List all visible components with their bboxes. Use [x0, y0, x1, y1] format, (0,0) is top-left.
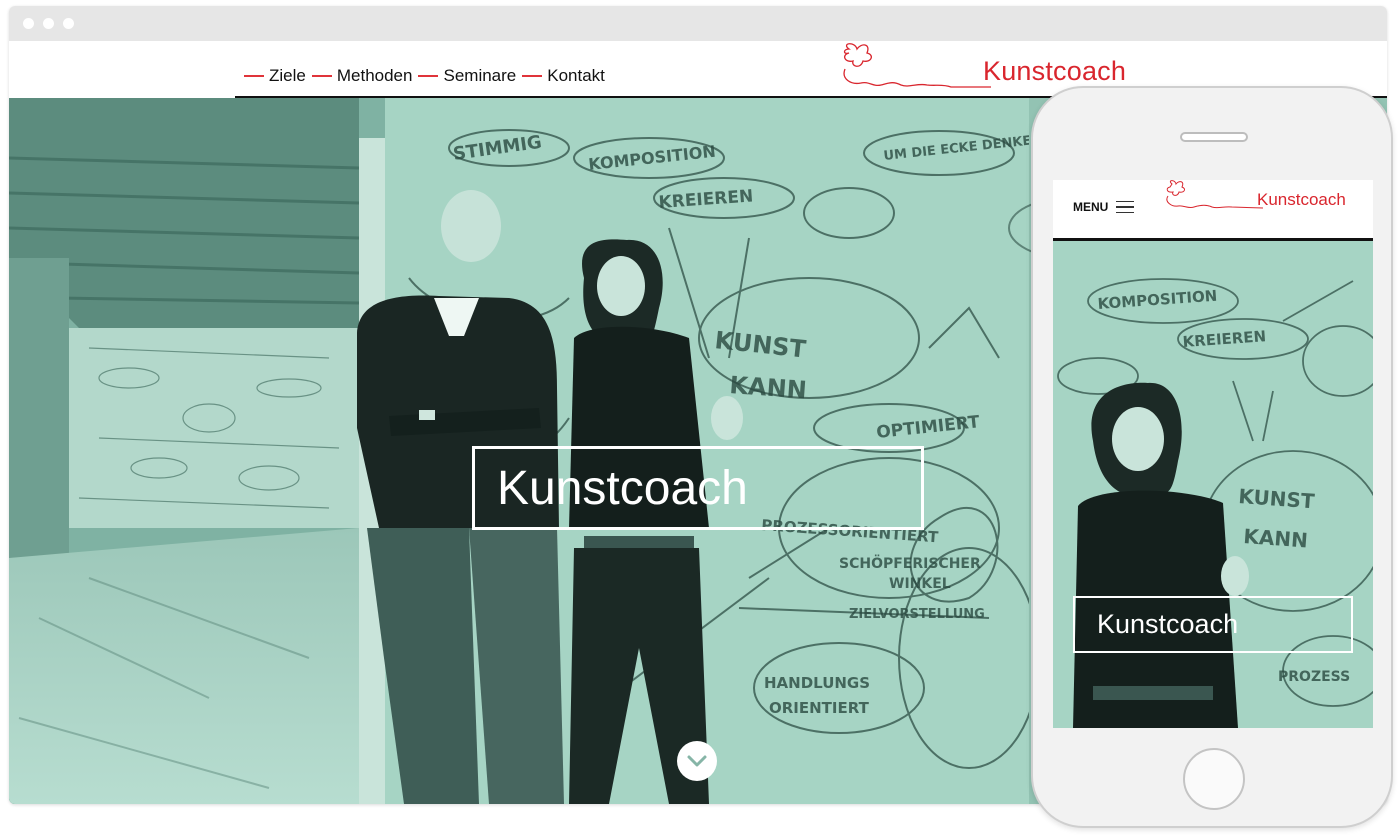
phone-home-button[interactable]: [1183, 748, 1245, 810]
nav-item-ziele[interactable]: Ziele: [244, 66, 306, 86]
dash-icon: [522, 75, 543, 77]
logo-text: Kunstcoach: [983, 56, 1127, 86]
window-dot-icon: [43, 18, 54, 29]
mobile-hero-banner: KOMPOSITION KREIEREN KUNST KANN PROZESS …: [1053, 241, 1373, 728]
nav-item-label: Seminare: [443, 66, 517, 85]
main-navigation: Ziele Methoden Seminare Kontakt: [244, 66, 611, 86]
mobile-header: MENU Kunstcoach: [1053, 180, 1373, 238]
nav-item-label: Methoden: [336, 66, 413, 85]
hero-title-box: Kunstcoach: [472, 446, 924, 530]
svg-text:HANDLUNGS: HANDLUNGS: [764, 674, 870, 692]
logo-squiggle-icon: [1166, 180, 1263, 209]
chevron-down-icon: [687, 755, 707, 767]
svg-text:KANN: KANN: [729, 371, 808, 404]
window-dot-icon: [23, 18, 34, 29]
mobile-hero-title: Kunstcoach: [1097, 609, 1239, 639]
menu-label: MENU: [1073, 200, 1109, 214]
nav-item-seminare[interactable]: Seminare: [418, 66, 516, 86]
nav-item-kontakt[interactable]: Kontakt: [522, 66, 605, 86]
svg-text:SCHÖPFERISCHER: SCHÖPFERISCHER: [839, 554, 981, 572]
hamburger-icon: [1116, 200, 1135, 214]
mobile-logo[interactable]: Kunstcoach: [1158, 180, 1368, 220]
browser-title-bar: [9, 6, 1387, 41]
mobile-screen: MENU Kunstcoach KOMPOSITION KREIEREN KUN…: [1053, 180, 1373, 728]
mobile-menu-button[interactable]: MENU: [1073, 200, 1135, 214]
dash-icon: [418, 75, 439, 77]
svg-text:WINKEL: WINKEL: [889, 576, 951, 592]
mobile-logo-text: Kunstcoach: [1257, 190, 1346, 209]
svg-text:PROZESS: PROZESS: [1278, 669, 1350, 685]
scroll-down-button[interactable]: [677, 741, 717, 781]
dash-icon: [244, 75, 264, 77]
window-dot-icon: [63, 18, 74, 29]
logo-squiggle-icon: [843, 43, 991, 88]
phone-speaker: [1180, 132, 1248, 142]
nav-item-label: Kontakt: [547, 66, 605, 85]
mobile-hero-title-box: Kunstcoach: [1073, 596, 1353, 653]
mobile-phone-mockup: MENU Kunstcoach KOMPOSITION KREIEREN KUN…: [1031, 86, 1393, 828]
svg-text:ZIELVORSTELLUNG: ZIELVORSTELLUNG: [849, 607, 985, 622]
nav-item-label: Ziele: [269, 66, 306, 85]
nav-item-methoden[interactable]: Methoden: [311, 66, 413, 86]
hero-title: Kunstcoach: [497, 462, 748, 515]
mobile-hero-photo: KOMPOSITION KREIEREN KUNST KANN PROZESS: [1053, 241, 1373, 728]
dash-icon: [311, 75, 332, 77]
svg-text:ORIENTIERT: ORIENTIERT: [769, 699, 870, 717]
svg-text:KANN: KANN: [1243, 524, 1309, 552]
